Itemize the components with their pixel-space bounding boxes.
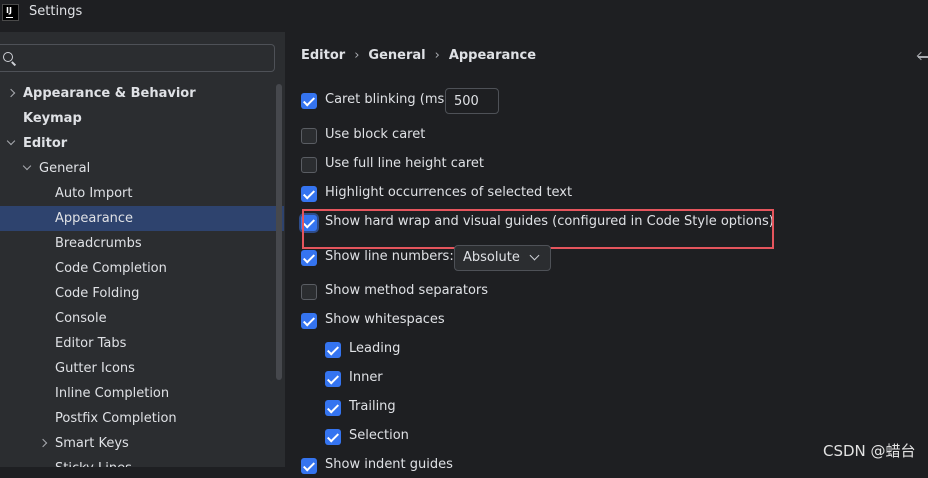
caret-blinking-ms-input[interactable] (445, 88, 499, 114)
sidebar-item-appearance[interactable]: Appearance (0, 206, 284, 231)
breadcrumb-general[interactable]: General (368, 48, 425, 63)
sidebar-item-editor-tabs[interactable]: Editor Tabs (0, 331, 285, 356)
intellij-logo-icon: IJ (2, 4, 19, 21)
line-numbers-checkbox[interactable] (301, 250, 317, 266)
block-caret-option[interactable]: Use block caret (301, 127, 501, 148)
line-numbers-option[interactable]: Show line numbers: (301, 249, 454, 270)
block-caret-checkbox[interactable] (301, 128, 317, 144)
highlight-occurrences-option[interactable]: Highlight occurrences of selected text (301, 185, 572, 206)
breadcrumb-separator: › (434, 48, 440, 63)
method-separators-checkbox[interactable] (301, 284, 317, 300)
whitespaces-option[interactable]: Show whitespaces (301, 312, 501, 333)
selection-option[interactable]: Selection (325, 428, 445, 449)
title-bar: IJ Settings (0, 0, 928, 32)
indent-guides-option[interactable]: Show indent guides (301, 457, 501, 478)
chevron-right-icon[interactable] (37, 431, 49, 456)
leading-checkbox[interactable] (325, 342, 341, 358)
inner-checkbox[interactable] (325, 371, 341, 387)
whitespaces-checkbox[interactable] (301, 313, 317, 329)
chevron-right-icon[interactable] (5, 81, 17, 106)
watermark: CSDN @蜡台 (823, 442, 916, 460)
inner-option[interactable]: Inner (325, 370, 445, 391)
caret-blinking-option[interactable]: Caret blinking (ms): (301, 92, 454, 113)
sidebar-item-breadcrumbs[interactable]: Breadcrumbs (0, 231, 285, 256)
breadcrumb-appearance: Appearance (448, 48, 537, 63)
full-line-height-caret-checkbox[interactable] (301, 157, 317, 173)
highlight-occurrences-checkbox[interactable] (301, 186, 317, 202)
leading-option[interactable]: Leading (325, 341, 445, 362)
full-line-height-caret-option[interactable]: Use full line height caret (301, 156, 501, 177)
chevron-down-icon[interactable] (21, 156, 33, 181)
line-numbers-dropdown[interactable]: Absolute (454, 245, 551, 271)
sidebar-item-editor[interactable]: Editor (0, 131, 285, 156)
sidebar-item-keymap[interactable]: Keymap (0, 106, 285, 131)
sidebar-item-appearance-behavior[interactable]: Appearance & Behavior (0, 81, 285, 106)
sidebar-item-sticky-lines[interactable]: Sticky Lines (0, 456, 285, 467)
method-separators-option[interactable]: Show method separators (301, 283, 501, 304)
chevron-down-icon[interactable] (5, 131, 17, 156)
breadcrumb: Editor › General › Appearance (301, 48, 536, 63)
selection-checkbox[interactable] (325, 429, 341, 445)
indent-guides-checkbox[interactable] (301, 458, 317, 474)
annotation-highlight-box (302, 209, 774, 249)
window-title: Settings (29, 4, 83, 19)
trailing-checkbox[interactable] (325, 400, 341, 416)
breadcrumb-editor[interactable]: Editor (301, 48, 345, 63)
sidebar-item-inline-completion[interactable]: Inline Completion (0, 381, 285, 406)
sidebar-item-code-completion[interactable]: Code Completion (0, 256, 285, 281)
search-icon (3, 52, 13, 62)
chevron-down-icon (529, 250, 540, 261)
sidebar-item-gutter-icons[interactable]: Gutter Icons (0, 356, 285, 381)
sidebar-scrollbar[interactable] (276, 84, 282, 380)
settings-sidebar: Appearance & Behavior Keymap Editor Gene… (0, 32, 286, 467)
sidebar-item-general[interactable]: General (0, 156, 285, 181)
caret-blinking-checkbox[interactable] (301, 93, 317, 109)
search-input[interactable] (24, 49, 264, 67)
breadcrumb-separator: › (354, 48, 360, 63)
sidebar-item-console[interactable]: Console (0, 306, 285, 331)
sidebar-item-postfix-completion[interactable]: Postfix Completion (0, 406, 285, 431)
sidebar-item-smart-keys[interactable]: Smart Keys (0, 431, 285, 456)
sidebar-item-code-folding[interactable]: Code Folding (0, 281, 285, 306)
search-box[interactable] (0, 44, 275, 72)
back-arrow-icon[interactable] (916, 49, 928, 65)
sidebar-item-auto-import[interactable]: Auto Import (0, 181, 285, 206)
settings-content: Editor › General › Appearance Caret blinking… (286, 32, 928, 474)
trailing-option[interactable]: Trailing (325, 399, 445, 420)
